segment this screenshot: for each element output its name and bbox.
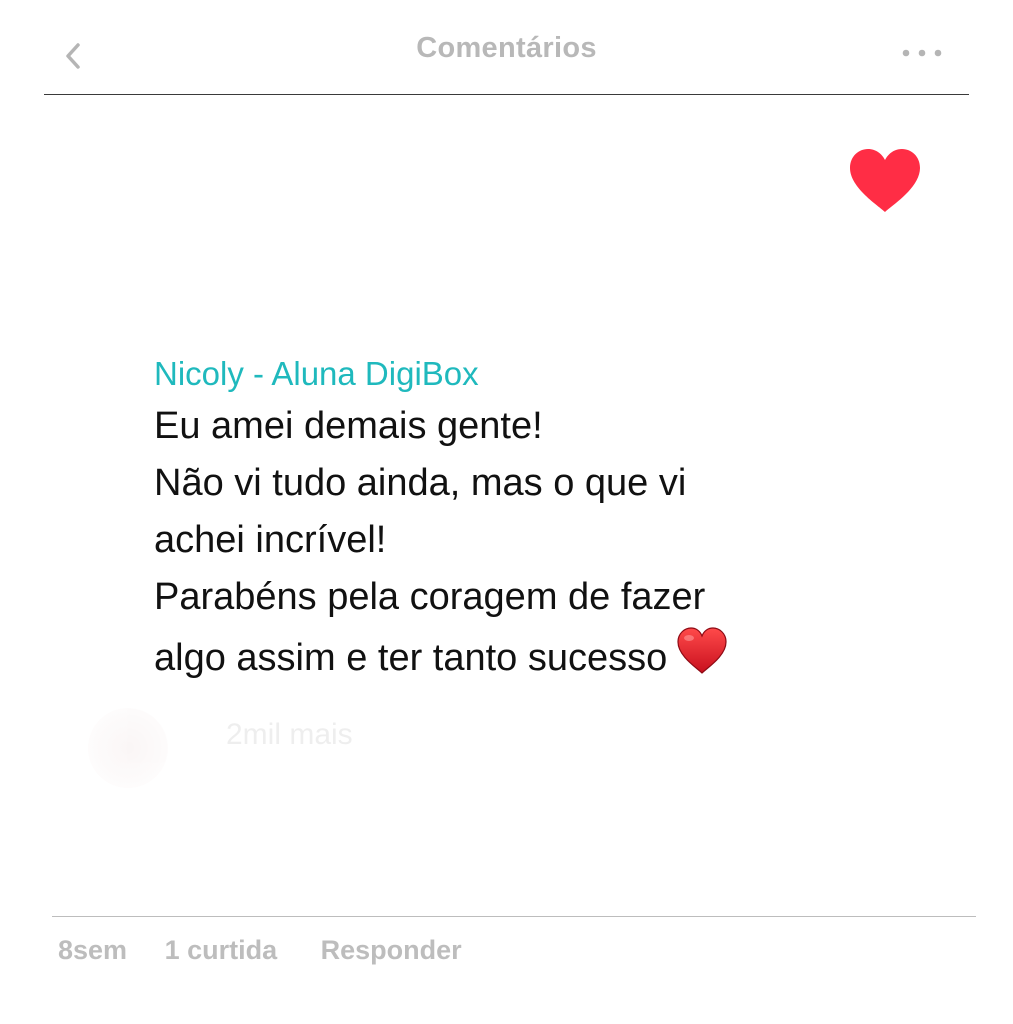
red-heart-emoji-icon xyxy=(677,627,727,674)
comment-text: Eu amei demais gente! Não vi tudo ainda,… xyxy=(154,398,914,687)
reply-button[interactable]: Responder xyxy=(321,935,462,966)
more-options-button[interactable] xyxy=(898,40,946,66)
comment-line: Eu amei demais gente! xyxy=(154,405,543,447)
ghost-text: 2mil mais xyxy=(226,718,353,751)
ghost-avatar xyxy=(88,708,168,788)
page-title: Comentários xyxy=(416,32,597,64)
comment-line: achei incrível! xyxy=(154,519,387,561)
comment-line-text: algo assim e ter tanto sucesso xyxy=(154,637,668,679)
like-button[interactable] xyxy=(846,146,924,216)
header: Comentários xyxy=(0,0,1013,95)
comment-footer: 8sem 1 curtida Responder xyxy=(58,935,462,966)
comment-line: Parabéns pela coragem de fazer xyxy=(154,576,706,618)
comment-line: Não vi tudo ainda, mas o que vi xyxy=(154,462,687,504)
heart-icon xyxy=(850,149,920,212)
comment-author[interactable]: Nicoly - Aluna DigiBox xyxy=(154,352,914,396)
ellipsis-icon xyxy=(902,49,942,57)
footer-divider xyxy=(52,916,976,917)
header-divider xyxy=(44,94,969,95)
comment-line-last: algo assim e ter tanto sucesso xyxy=(154,626,914,687)
comment-timestamp: 8sem xyxy=(58,935,128,965)
background-ghost: 2mil mais xyxy=(88,690,608,800)
like-count[interactable]: 1 curtida xyxy=(165,935,278,966)
comment: Nicoly - Aluna DigiBox Eu amei demais ge… xyxy=(154,352,914,687)
